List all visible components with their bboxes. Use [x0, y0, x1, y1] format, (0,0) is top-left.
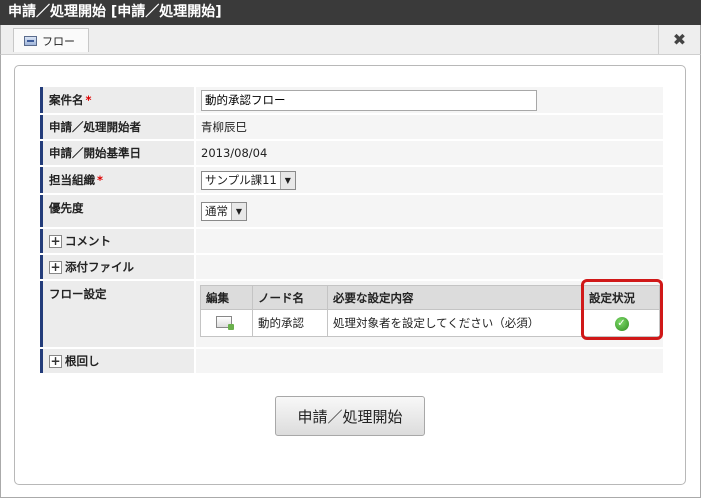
form-row-matter-name: 案件名 * [40, 87, 663, 113]
nemawashi-label: 根回し [65, 354, 100, 368]
priority-select[interactable]: 通常 ▼ [201, 201, 247, 221]
attachment-value [196, 255, 663, 279]
applicant-label: 申請／処理開始者 [40, 115, 194, 139]
chevron-down-icon: ▼ [231, 202, 246, 220]
priority-selected: 通常 [205, 204, 228, 218]
tab-flow-label: フロー [42, 34, 75, 48]
expand-icon: + [49, 234, 62, 248]
submit-button[interactable]: 申請／処理開始 [275, 396, 425, 436]
form-row-nemawashi: + 根回し [40, 349, 663, 373]
priority-label: 優先度 [40, 195, 194, 227]
organization-label-text: 担当組織 [49, 173, 95, 187]
base-date-label: 申請／開始基準日 [40, 141, 194, 165]
comment-value [196, 229, 663, 253]
organization-select[interactable]: サンプル課11 ▼ [201, 170, 296, 190]
form-row-organization: 担当組織 * サンプル課11 ▼ [40, 167, 663, 193]
base-date-value: 2013/08/04 [196, 141, 663, 165]
close-button[interactable]: ✖ [658, 25, 700, 54]
organization-cell: サンプル課11 ▼ [196, 167, 663, 193]
status-highlight-box [581, 279, 663, 340]
nemawashi-toggle[interactable]: + 根回し [40, 349, 194, 373]
expand-icon: + [49, 354, 62, 368]
node-name-cell: 動的承認 [252, 309, 328, 337]
form-row-comment: + コメント [40, 229, 663, 253]
col-node-name: ノード名 [252, 285, 328, 310]
edit-icon[interactable] [216, 315, 234, 330]
tab-bar: フロー ✖ [0, 25, 701, 55]
form-row-attachment: + 添付ファイル [40, 255, 663, 279]
attachment-toggle[interactable]: + 添付ファイル [40, 255, 194, 279]
col-requirement: 必要な設定内容 [327, 285, 584, 310]
requirement-cell: 処理対象者を設定してください（必須） [327, 309, 584, 337]
form-row-priority: 優先度 通常 ▼ [40, 195, 663, 227]
nemawashi-value [196, 349, 663, 373]
organization-selected: サンプル課11 [205, 173, 277, 187]
comment-label: コメント [65, 234, 111, 248]
tab-flow[interactable]: フロー [13, 28, 89, 52]
col-edit: 編集 [200, 285, 253, 310]
window-title: 申請／処理開始 [申請／処理開始] [0, 0, 701, 25]
flow-icon [24, 35, 37, 46]
required-mark: * [97, 173, 104, 187]
organization-label: 担当組織 * [40, 167, 194, 193]
applicant-value: 青柳辰巳 [196, 115, 663, 139]
matter-name-input[interactable] [201, 89, 537, 111]
priority-cell: 通常 ▼ [196, 195, 663, 227]
chevron-down-icon: ▼ [279, 171, 295, 189]
flow-settings-label: フロー設定 [40, 281, 194, 347]
expand-icon: + [49, 260, 62, 274]
form-row-applicant: 申請／処理開始者 青柳辰巳 [40, 115, 663, 139]
close-icon: ✖ [672, 30, 687, 49]
matter-name-label-text: 案件名 [49, 93, 84, 107]
form-row-base-date: 申請／開始基準日 2013/08/04 [40, 141, 663, 165]
matter-name-label: 案件名 * [40, 87, 194, 113]
matter-name-cell [196, 87, 663, 113]
edit-cell [200, 309, 253, 337]
attachment-label: 添付ファイル [65, 260, 134, 274]
required-mark: * [85, 93, 92, 107]
comment-toggle[interactable]: + コメント [40, 229, 194, 253]
